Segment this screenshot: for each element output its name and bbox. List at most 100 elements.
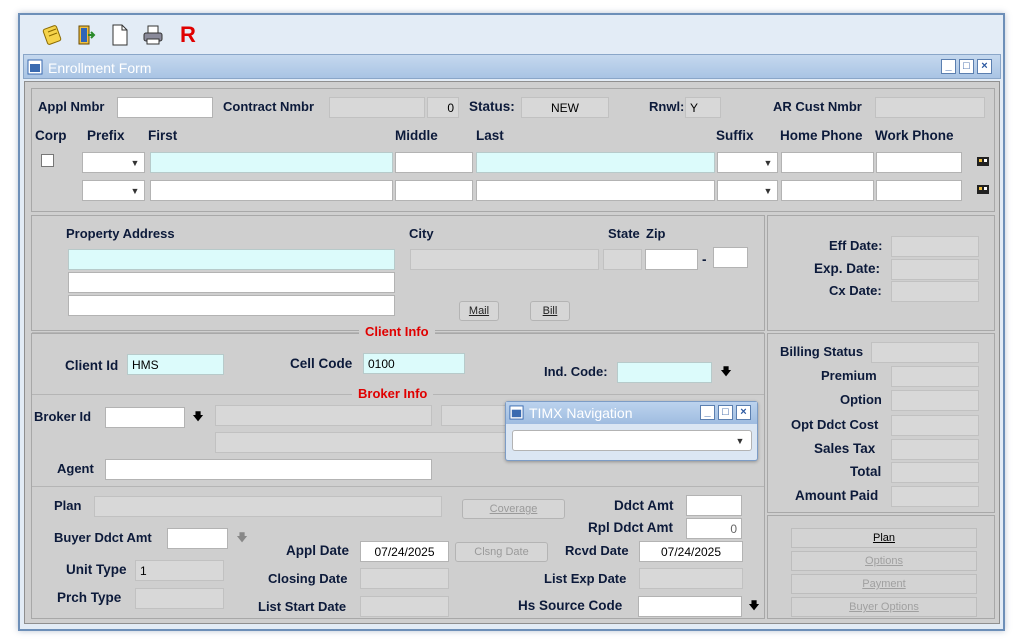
timx-navigation-title-bar[interactable]: TIMX Navigation _ □ × (506, 402, 757, 424)
hs-source-code-input[interactable] (638, 596, 742, 617)
agent-input[interactable] (105, 459, 432, 480)
ind-code-label: Ind. Code: (544, 364, 608, 379)
maximize-icon[interactable]: □ (959, 59, 974, 74)
suffix-select-2[interactable]: ▼ (717, 180, 778, 201)
last-name-input[interactable] (476, 152, 715, 173)
plan-button[interactable]: Plan (791, 528, 977, 548)
ddct-amt-label: Ddct Amt (614, 498, 674, 513)
download-arrow-icon[interactable]: 🡇 (718, 364, 734, 380)
broker-id-input[interactable] (105, 407, 185, 428)
broker-info-section: Broker Info (352, 386, 434, 401)
bill-button[interactable]: Bill (530, 301, 570, 321)
closing-date-input[interactable] (360, 568, 449, 589)
state-input[interactable] (603, 249, 642, 270)
closing-date-label: Closing Date (268, 571, 348, 586)
last-name-input-2[interactable] (476, 180, 715, 201)
close-icon[interactable]: × (977, 59, 992, 74)
eff-date-input[interactable] (891, 236, 979, 257)
app-frame: R Enrollment Form _ □ × Appl Nmbr Contra… (18, 13, 1005, 631)
zip-input[interactable] (645, 249, 698, 270)
ddct-amt-input[interactable] (686, 495, 742, 516)
download-arrow-icon[interactable]: 🡇 (190, 409, 206, 425)
hs-source-code-label: Hs Source Code (518, 598, 623, 613)
buyer-ddct-amt-input[interactable] (167, 528, 228, 549)
prefix-select[interactable]: ▼ (82, 152, 145, 173)
print-icon[interactable] (141, 22, 165, 48)
zip-label: Zip (646, 226, 666, 241)
clsng-date-button[interactable]: Clsng Date (455, 542, 548, 562)
form-body: Appl Nmbr Contract Nmbr 0 Status: NEW Rn… (24, 81, 1000, 624)
rnwl-value: Y (685, 97, 721, 118)
cx-date-label: Cx Date: (829, 283, 882, 298)
last-label: Last (476, 128, 504, 143)
unit-type-input[interactable]: 1 (135, 560, 224, 581)
ind-code-input[interactable] (617, 362, 712, 383)
billing-status-label: Billing Status (780, 344, 864, 359)
close-icon[interactable]: × (736, 405, 751, 420)
broker-id-label: Broker Id (34, 409, 92, 424)
new-document-icon[interactable] (108, 22, 132, 48)
coverage-button[interactable]: Coverage (462, 499, 565, 519)
status-value: NEW (521, 97, 609, 118)
middle-name-input-2[interactable] (395, 180, 473, 201)
phone-book-icon[interactable] (975, 155, 991, 171)
ar-cust-input[interactable] (875, 97, 985, 118)
total-label: Total (850, 464, 882, 479)
rcvd-date-input[interactable]: 07/24/2025 (639, 541, 743, 562)
maximize-icon[interactable]: □ (718, 405, 733, 420)
home-phone-input[interactable] (781, 152, 874, 173)
download-arrow-icon[interactable]: 🡇 (234, 530, 250, 546)
appl-date-label: Appl Date (286, 543, 350, 558)
city-label: City (409, 226, 434, 241)
suffix-select[interactable]: ▼ (717, 152, 778, 173)
timx-navigation-window[interactable]: TIMX Navigation _ □ × ▼ (505, 401, 758, 461)
property-address-line1[interactable] (68, 249, 395, 270)
exit-door-icon[interactable] (74, 22, 98, 48)
zip-separator: - (702, 252, 707, 267)
cell-code-input[interactable]: 0100 (363, 353, 465, 374)
work-phone-input[interactable] (876, 152, 962, 173)
plan-input[interactable] (94, 496, 442, 517)
client-id-input[interactable]: HMS (127, 354, 224, 375)
property-address-line2[interactable] (68, 272, 395, 293)
buyer-options-button[interactable]: Buyer Options (791, 597, 977, 617)
phone-book-icon[interactable] (975, 183, 991, 199)
chevron-down-icon: ▼ (763, 186, 773, 196)
list-start-date-input[interactable] (360, 596, 449, 617)
client-info-section: Client Info (359, 324, 435, 339)
options-button[interactable]: Options (791, 551, 977, 571)
prch-type-input[interactable] (135, 588, 224, 609)
contract-nmbr-input[interactable] (329, 97, 425, 118)
middle-name-input[interactable] (395, 152, 473, 173)
plan-divider (32, 486, 764, 487)
middle-label: Middle (395, 128, 438, 143)
payment-button[interactable]: Payment (791, 574, 977, 594)
city-input[interactable] (410, 249, 599, 270)
appl-nmbr-input[interactable] (117, 97, 213, 118)
first-label: First (148, 128, 178, 143)
first-name-input[interactable] (150, 152, 393, 173)
property-address-line3[interactable] (68, 295, 395, 316)
minimize-icon[interactable]: _ (700, 405, 715, 420)
work-phone-input-2[interactable] (876, 180, 962, 201)
exp-date-input[interactable] (891, 259, 979, 280)
minimize-icon[interactable]: _ (941, 59, 956, 74)
download-arrow-icon[interactable]: 🡇 (746, 598, 762, 614)
list-exp-date-input[interactable] (639, 568, 743, 589)
home-phone-input-2[interactable] (781, 180, 874, 201)
form-icon (27, 59, 43, 75)
corp-checkbox[interactable] (41, 154, 54, 167)
r-icon[interactable]: R (176, 22, 200, 48)
chevron-down-icon: ▼ (130, 186, 140, 196)
timx-navigation-select[interactable]: ▼ (512, 430, 752, 451)
notepad-icon[interactable] (40, 22, 64, 48)
plan-label: Plan (54, 498, 82, 513)
mail-button[interactable]: Mail (459, 301, 499, 321)
prefix-select-2[interactable]: ▼ (82, 180, 145, 201)
appl-date-input[interactable]: 07/24/2025 (360, 541, 449, 562)
status-label: Status: (469, 99, 515, 114)
cx-date-input[interactable] (891, 281, 979, 302)
rpl-ddct-amt-input[interactable]: 0 (686, 518, 742, 539)
zip-ext-input[interactable] (713, 247, 748, 268)
first-name-input-2[interactable] (150, 180, 393, 201)
